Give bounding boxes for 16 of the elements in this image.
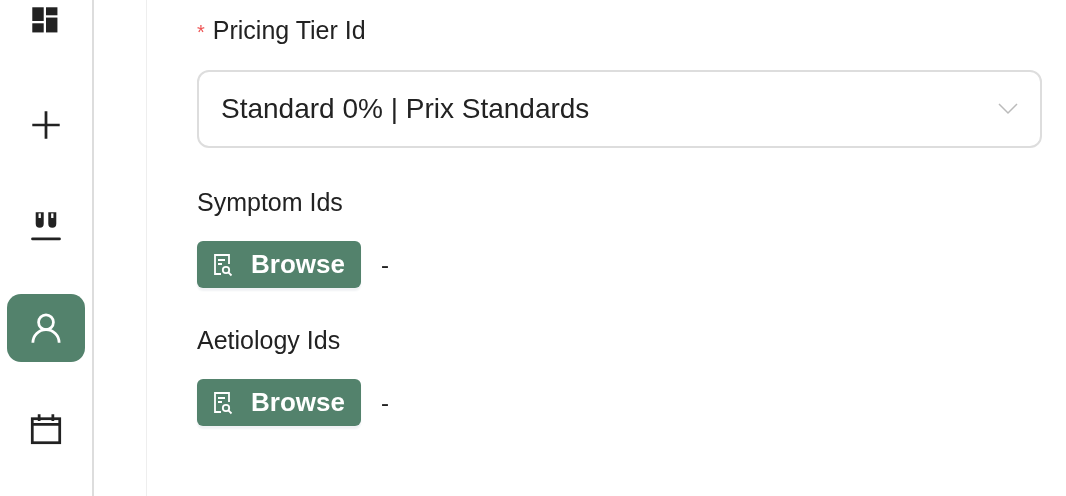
field-value: - [380, 250, 389, 279]
select-field[interactable]: Standard 0% | Prix Standards [197, 70, 1042, 148]
person-icon [30, 311, 62, 344]
field-label: Symptom Ids [197, 187, 343, 218]
calendar-icon [30, 412, 62, 445]
field-label: Aetiology Ids [197, 325, 341, 356]
plus-icon [30, 109, 62, 142]
chevron-down-icon [998, 103, 1018, 115]
tubes-icon [30, 210, 62, 243]
field-label: Pricing Tier Id [212, 15, 366, 46]
document-search-icon [213, 390, 233, 415]
browse-button[interactable]: Browse [197, 379, 361, 426]
document-search-icon [213, 252, 233, 277]
field-value: - [380, 388, 389, 417]
required-mark: * [197, 20, 205, 45]
browse-button[interactable]: Browse [197, 241, 361, 288]
